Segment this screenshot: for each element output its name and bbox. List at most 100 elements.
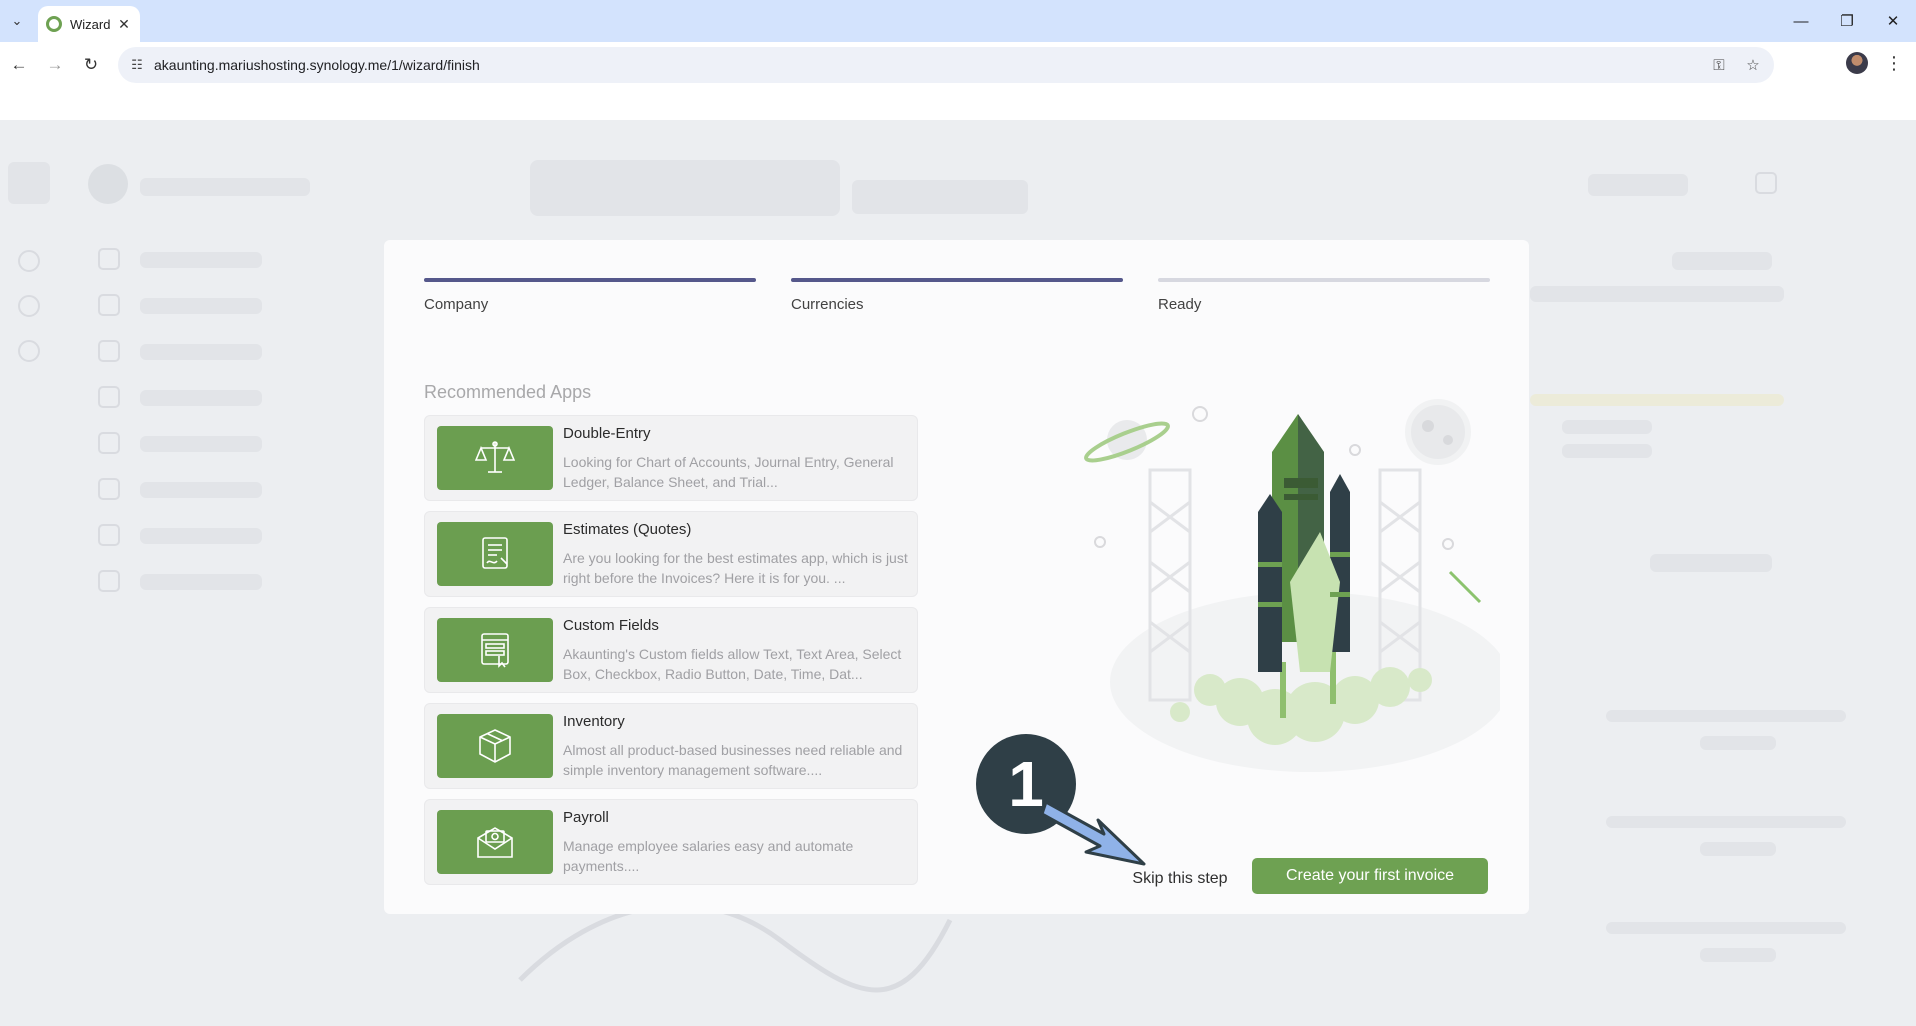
url-text[interactable]: akaunting.mariushosting.synology.me/1/wi… <box>154 47 480 83</box>
bg-skeleton <box>1606 710 1846 722</box>
reload-icon: ↻ <box>83 55 99 74</box>
arrow-left-icon: ← <box>10 55 28 74</box>
bg-skeleton <box>1562 444 1652 458</box>
site-settings-icon[interactable]: ☷ <box>126 54 148 76</box>
app-card-estimates[interactable]: Estimates (Quotes) Are you looking for t… <box>424 511 918 597</box>
address-bar[interactable]: ☷ akaunting.mariushosting.synology.me/1/… <box>118 47 1774 83</box>
bg-skeleton <box>140 178 310 196</box>
step-label: Currencies <box>791 296 864 313</box>
app-name: Inventory <box>563 713 625 730</box>
star-icon[interactable]: ☆ <box>1742 54 1764 76</box>
app-description: Are you looking for the best estimates a… <box>563 550 908 586</box>
app-description: Akaunting's Custom fields allow Text, Te… <box>563 646 902 682</box>
app-thumbnail <box>437 522 553 586</box>
bg-skeleton <box>1588 174 1688 196</box>
step-progress-bar <box>791 278 1123 282</box>
bg-menu-icon <box>98 248 120 270</box>
back-button[interactable]: ← <box>4 50 34 80</box>
bg-skeleton <box>852 180 1028 214</box>
recommended-apps-title: Recommended Apps <box>424 382 592 402</box>
browser-tab-bar: ⌄ Wizard ✕ — ❐ ✕ <box>0 0 1916 42</box>
reload-button[interactable]: ↻ <box>76 50 106 80</box>
step-label: Company <box>424 296 489 313</box>
bg-skeleton <box>1672 252 1772 270</box>
forward-button[interactable]: → <box>40 50 70 80</box>
bg-gear-icon <box>18 295 40 317</box>
app-name: Estimates (Quotes) <box>563 521 692 538</box>
create-first-invoice-button[interactable]: Create your first invoice <box>1252 858 1488 894</box>
bg-skeleton <box>1562 420 1652 434</box>
form-cursor-icon <box>481 633 509 668</box>
box-icon <box>479 729 511 763</box>
browser-tab[interactable]: Wizard ✕ <box>38 6 140 42</box>
close-icon: ✕ <box>1886 13 1900 30</box>
app-thumbnail <box>437 714 553 778</box>
bg-menu-icon <box>98 524 120 546</box>
bg-skeleton <box>140 482 262 498</box>
bg-menu-icon <box>98 570 120 592</box>
app-name: Payroll <box>563 809 609 826</box>
app-card-payroll[interactable]: Payroll Manage employee salaries easy an… <box>424 799 918 885</box>
wizard-step-company[interactable]: Company <box>424 278 756 313</box>
bg-skeleton <box>1530 286 1784 302</box>
arrow-right-icon: → <box>46 55 64 74</box>
app-thumbnail <box>437 426 553 490</box>
bg-skeleton <box>1530 394 1784 406</box>
bg-bell-icon <box>18 250 40 272</box>
tab-title: Wizard <box>70 16 111 32</box>
key-icon[interactable]: ⚿ <box>1708 54 1730 76</box>
bg-skeleton <box>530 160 840 216</box>
app-card-double-entry[interactable]: Double-Entry Looking for Chart of Accoun… <box>424 415 918 501</box>
wizard-step-ready[interactable]: Ready <box>1158 278 1490 313</box>
minimize-button[interactable]: — <box>1778 6 1824 36</box>
app-card-inventory[interactable]: Inventory Almost all product-based busin… <box>424 703 918 789</box>
bg-skeleton <box>1606 816 1846 828</box>
step-label: Ready <box>1158 296 1202 313</box>
bg-skeleton <box>1606 922 1846 934</box>
bg-menu-icon <box>98 478 120 500</box>
app-thumbnail <box>437 810 553 874</box>
scales-icon <box>475 441 515 473</box>
app-thumbnail <box>437 618 553 682</box>
app-description: Looking for Chart of Accounts, Journal E… <box>563 454 894 490</box>
money-envelope-icon <box>477 827 513 858</box>
restore-button[interactable]: ❐ <box>1824 6 1870 36</box>
bg-logo-skeleton <box>88 164 128 204</box>
app-card-custom-fields[interactable]: Custom Fields Akaunting's Custom fields … <box>424 607 918 693</box>
step-progress-bar <box>1158 278 1490 282</box>
app-name: Double-Entry <box>563 425 651 442</box>
close-window-button[interactable]: ✕ <box>1870 6 1916 36</box>
tab-search-button[interactable]: ⌄ <box>4 8 30 34</box>
bg-skeleton <box>1700 842 1776 856</box>
bg-skeleton <box>1700 736 1776 750</box>
pointer-arrow-icon <box>1040 800 1146 866</box>
browser-toolbar: ← → ↻ ☷ akaunting.mariushosting.synology… <box>0 42 1916 120</box>
moon <box>1405 399 1471 465</box>
akaunting-favicon-icon <box>46 16 62 32</box>
bg-calendar-icon <box>1755 172 1777 194</box>
browser-menu-icon[interactable]: ⋮ <box>1882 50 1906 76</box>
restore-icon: ❐ <box>1840 13 1854 30</box>
minimize-icon: — <box>1793 12 1809 30</box>
chevron-down-icon: ⌄ <box>11 13 23 28</box>
bg-skeleton <box>140 252 262 268</box>
close-icon[interactable]: ✕ <box>116 16 132 33</box>
wizard-step-currencies[interactable]: Currencies <box>791 278 1123 313</box>
app-description: Almost all product-based businesses need… <box>563 742 903 778</box>
bg-skeleton <box>140 528 262 544</box>
rocket-launch-illustration <box>1084 399 1500 772</box>
bg-skeleton <box>140 390 262 406</box>
bg-menu-icon <box>98 386 120 408</box>
profile-avatar[interactable] <box>1846 52 1868 74</box>
signed-document-icon <box>482 537 508 569</box>
bg-skeleton <box>1650 554 1772 572</box>
step-progress-bar <box>424 278 756 282</box>
bg-skeleton <box>140 298 262 314</box>
wizard-modal: Company Currencies Ready Recommended App… <box>384 240 1529 914</box>
app-name: Custom Fields <box>563 617 659 634</box>
bg-skeleton <box>140 344 262 360</box>
bg-menu-icon <box>98 340 120 362</box>
bg-skeleton <box>140 436 262 452</box>
planet-ring <box>1084 420 1170 463</box>
bg-skeleton <box>1700 948 1776 962</box>
